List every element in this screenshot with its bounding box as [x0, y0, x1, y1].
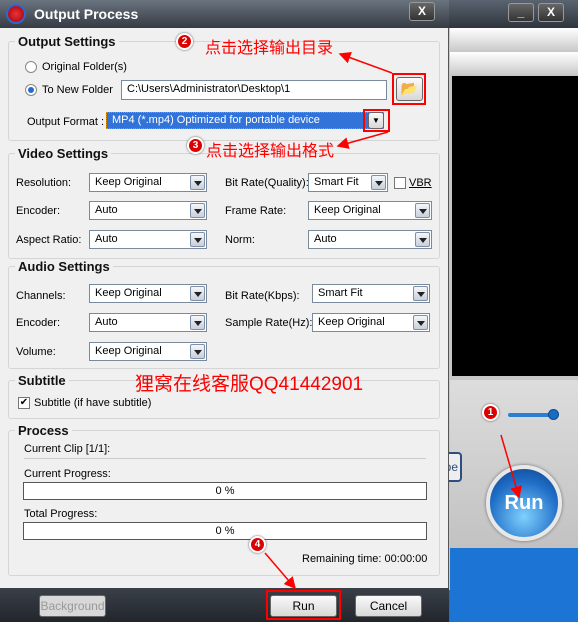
- annotation-arrows: [264, 51, 522, 590]
- arrow-3: [336, 131, 389, 149]
- arrow-1: [500, 434, 522, 499]
- arrow-2: [338, 51, 393, 74]
- arrow-4: [264, 552, 296, 590]
